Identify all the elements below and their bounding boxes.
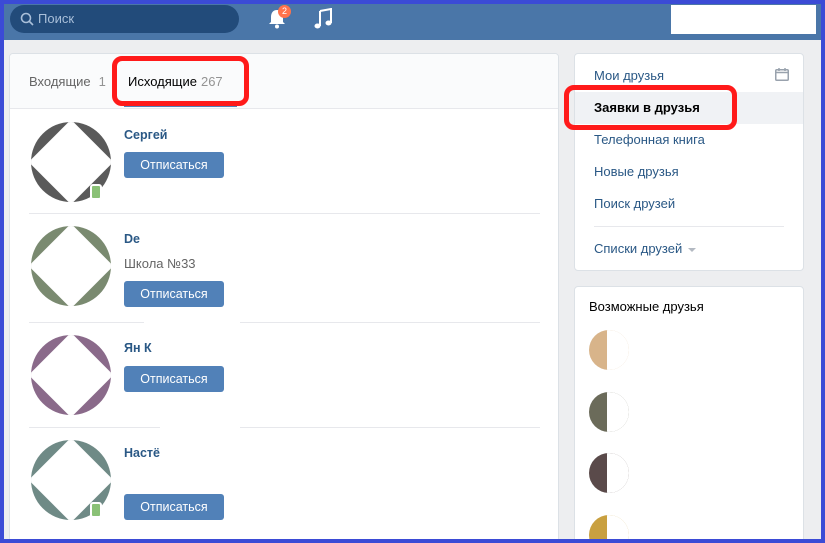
- unsubscribe-button[interactable]: Отписаться: [124, 281, 224, 307]
- tab-incoming-count-value: 1: [98, 74, 106, 89]
- friend-lists-label: Списки друзей: [594, 241, 683, 256]
- tab-incoming[interactable]: Входящие 1: [29, 74, 106, 89]
- avatar[interactable]: [589, 392, 629, 432]
- avatar[interactable]: [31, 226, 111, 306]
- profile-menu[interactable]: [671, 5, 816, 34]
- mobile-online-icon: [90, 502, 102, 518]
- top-bar: Поиск 2: [0, 0, 825, 40]
- avatar[interactable]: [589, 453, 629, 493]
- friend-lists-dropdown[interactable]: Списки друзей: [594, 241, 697, 256]
- notification-badge: 2: [278, 5, 291, 18]
- suggested-friends-panel: Возможные друзья: [574, 286, 804, 543]
- highlight-friend-requests: [564, 85, 737, 130]
- highlight-outgoing-tab: [112, 56, 249, 106]
- request-row: Ян К Отписаться: [29, 323, 540, 428]
- friend-name[interactable]: Настё: [124, 446, 160, 460]
- request-row: Настё Отписаться: [29, 428, 540, 542]
- menu-item-phone-book[interactable]: Телефонная книга: [594, 132, 705, 147]
- request-row: De Школа №33 Отписаться: [29, 214, 540, 323]
- suggested-friends-title: Возможные друзья: [589, 299, 704, 314]
- friend-name[interactable]: Сергей: [124, 128, 167, 142]
- mobile-online-icon: [90, 184, 102, 200]
- request-row: Сергей Отписаться: [29, 108, 540, 214]
- tabs-bar: Входящие 1 Исходящие 267: [10, 54, 558, 109]
- unsubscribe-button[interactable]: Отписаться: [124, 366, 224, 392]
- search-input[interactable]: Поиск: [10, 5, 239, 33]
- divider: [594, 226, 784, 227]
- chevron-down-icon: [688, 247, 697, 252]
- friend-name[interactable]: Ян К: [124, 341, 152, 355]
- search-icon: [20, 12, 34, 26]
- menu-item-my-friends[interactable]: Мои друзья: [594, 68, 664, 83]
- privacy-mask: [144, 319, 240, 343]
- avatar[interactable]: [31, 335, 111, 415]
- menu-item-new-friends[interactable]: Новые друзья: [594, 164, 679, 179]
- friend-subtitle: Школа №33: [124, 256, 196, 271]
- menu-item-find-friends[interactable]: Поиск друзей: [594, 196, 675, 211]
- unsubscribe-button[interactable]: Отписаться: [124, 152, 224, 178]
- privacy-mask: [160, 396, 240, 432]
- music-icon[interactable]: [313, 8, 333, 30]
- avatar[interactable]: [589, 330, 629, 370]
- tab-incoming-label: Входящие: [29, 74, 91, 89]
- avatar[interactable]: [589, 515, 629, 542]
- calendar-icon[interactable]: [775, 68, 789, 81]
- friend-name[interactable]: De: [124, 232, 140, 246]
- requests-panel: Входящие 1 Исходящие 267 Сергей Отписаться…: [9, 53, 559, 543]
- unsubscribe-button[interactable]: Отписаться: [124, 494, 224, 520]
